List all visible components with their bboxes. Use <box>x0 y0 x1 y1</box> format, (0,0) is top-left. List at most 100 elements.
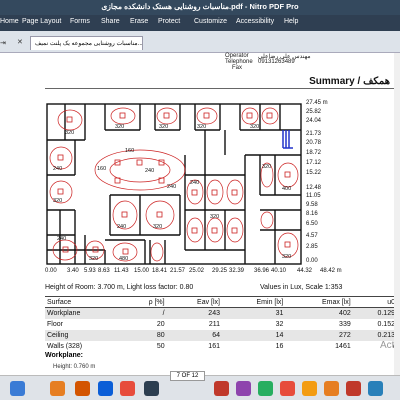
menu-accessibility[interactable]: Accessibility <box>236 18 274 25</box>
workplane-heading: Workplane: <box>45 352 83 359</box>
app-icon[interactable] <box>75 381 90 396</box>
scale-info: Values in Lux, Scale 1:353 <box>260 284 343 291</box>
x-tick: 5.93 <box>84 268 96 274</box>
table-header: Emax [lx] <box>285 296 353 308</box>
contour-label: 320 <box>153 224 162 230</box>
y-tick: 27.45 m <box>306 100 328 106</box>
y-tick: 9.58 <box>306 202 318 208</box>
table-cell: 211 <box>208 320 220 328</box>
contour-label: 320 <box>65 130 74 136</box>
y-tick: 4.57 <box>306 233 318 239</box>
app-icon[interactable] <box>302 381 317 396</box>
menu-customize[interactable]: Customize <box>194 18 227 25</box>
x-tick: 8.63 <box>98 268 110 274</box>
x-tick: 11.43 <box>114 268 129 274</box>
contour-label: 320 <box>53 198 62 204</box>
y-tick: 0.00 <box>306 258 318 264</box>
fax-label: Fax <box>232 65 243 71</box>
table-cell: 14 <box>221 329 286 341</box>
room-height-info: Height of Room: 3.700 m, Light loss fact… <box>45 284 194 291</box>
app-icon[interactable] <box>258 381 273 396</box>
app-icon[interactable] <box>214 381 229 396</box>
table-cell: 161 <box>208 342 220 350</box>
title-bar: مناسبات روشنایی هستک دانشکده مجازی.pdf -… <box>0 0 400 15</box>
contour-label: 320 <box>262 164 271 170</box>
y-tick: 20.78 <box>306 140 322 146</box>
table-header: Eav [lx] <box>166 296 222 308</box>
y-tick: 15.22 <box>306 170 322 176</box>
tab-document[interactable]: مناسبات روشنایی مجموعه یک پلنت نمیف... <box>30 36 143 50</box>
contour-label: 320 <box>282 254 291 260</box>
x-tick: 40.10 <box>271 268 287 274</box>
contour-label: 160 <box>125 148 134 154</box>
floor-plan-drawing: 320 320 320 320 320 160 160 240 240 240 … <box>46 103 302 265</box>
menu-page-layout[interactable]: Page Layout <box>22 18 61 25</box>
app-icon[interactable] <box>346 381 361 396</box>
contour-label: 320 <box>115 124 124 130</box>
contour-label: 480 <box>119 256 128 262</box>
table-cell: 50 <box>156 342 165 350</box>
contour-label: 320 <box>210 214 219 220</box>
page-indicator[interactable]: 7 OF 12 <box>170 371 205 381</box>
table-cell: 80 <box>125 329 167 341</box>
x-tick: 15.00 <box>134 268 150 274</box>
table-cell: 16 <box>275 342 284 350</box>
floor-plan: 320 320 320 320 320 160 160 240 240 240 … <box>45 100 303 268</box>
table-header: Surface <box>45 296 126 308</box>
app-icon[interactable] <box>50 381 65 396</box>
app-icon[interactable] <box>280 381 295 396</box>
y-tick: 25.82 <box>306 109 322 115</box>
app-icon[interactable] <box>368 381 383 396</box>
y-tick: 11.05 <box>306 193 321 199</box>
table-cell: 32 <box>275 320 284 328</box>
y-tick: 18.72 <box>306 150 322 156</box>
table-cell: 272 <box>285 329 353 341</box>
menu-erase[interactable]: Erase <box>130 18 148 25</box>
table-cell: 31 <box>221 307 286 319</box>
ribbon-menu: Home Page Layout Forms Share Erase Prote… <box>0 15 400 31</box>
app-icon[interactable] <box>236 381 251 396</box>
plan-contour-labels: 320 320 320 320 320 160 160 240 240 240 … <box>53 124 291 262</box>
chrome-icon[interactable] <box>120 381 135 396</box>
table-cell: 1461 <box>335 342 351 350</box>
telephone-value: 09131263489 <box>258 59 295 65</box>
table-cell: Workplane <box>45 307 126 319</box>
table-cell: Walls (328) <box>47 342 83 350</box>
contour-label: 320 <box>250 124 259 130</box>
start-icon[interactable] <box>10 381 25 396</box>
table-header: ρ [%] <box>125 296 167 308</box>
x-tick: 21.57 <box>170 268 186 274</box>
edge-icon[interactable] <box>98 381 113 396</box>
summary-heading: Summary / همکف <box>309 76 390 87</box>
contour-label: 160 <box>97 166 106 172</box>
x-tick: 0.00 <box>45 268 57 274</box>
table-header: u0 <box>352 296 397 308</box>
menu-forms[interactable]: Forms <box>70 18 90 25</box>
window-title: مناسبات روشنایی هستک دانشکده مجازی.pdf -… <box>101 2 299 11</box>
contour-label: 320 <box>197 124 206 130</box>
workplane-height: Height: 0.760 m <box>53 364 96 370</box>
menu-share[interactable]: Share <box>101 18 120 25</box>
x-tick: 29.25 <box>212 268 228 274</box>
menu-help[interactable]: Help <box>284 18 298 25</box>
document-tab-strip: ⇥ ✕ مناسبات روشنایی مجموعه یک پلنت نمیف.… <box>0 31 400 53</box>
menu-protect[interactable]: Protect <box>158 18 180 25</box>
contour-label: 320 <box>89 256 98 262</box>
table-cell: / <box>125 307 167 319</box>
vertical-scrollbar[interactable] <box>394 53 400 375</box>
table-cell: 243 <box>166 307 222 319</box>
x-tick: 32.39 <box>229 268 245 274</box>
table-row: Ceiling 80 64 14 272 0.213 <box>45 329 397 341</box>
menu-home[interactable]: Home <box>0 18 19 25</box>
app-icon[interactable] <box>144 381 159 396</box>
x-tick: 18.41 <box>152 268 168 274</box>
contour-label: 240 <box>190 180 199 186</box>
y-tick: 12.48 <box>306 185 322 191</box>
app-icon[interactable] <box>324 381 339 396</box>
plan-stairs <box>282 130 293 149</box>
table-cell: 0.152 <box>377 320 395 328</box>
x-tick: 36.96 <box>254 268 270 274</box>
tab-close-icon[interactable]: ✕ <box>17 38 23 46</box>
panel-toggle-icon[interactable]: ⇥ <box>0 39 6 47</box>
y-tick: 17.12 <box>306 160 322 166</box>
